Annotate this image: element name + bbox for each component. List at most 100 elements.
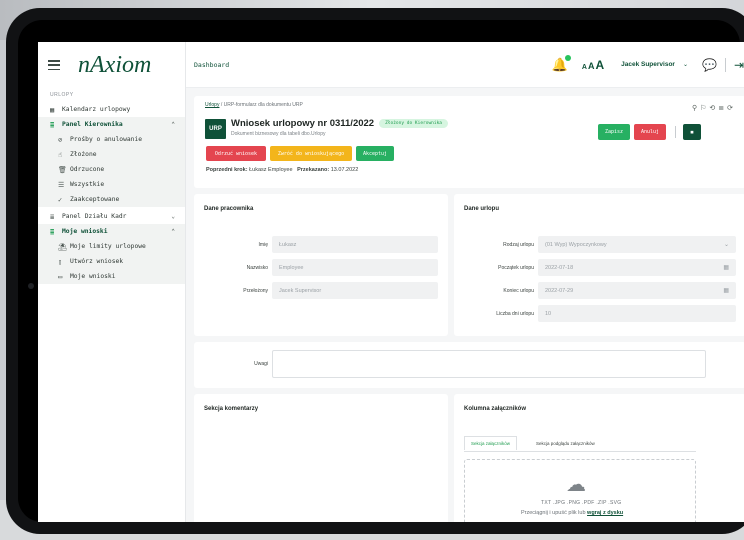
sidebar-item-label: Panel Kierownika: [62, 121, 123, 128]
app-logo[interactable]: nAxiom: [78, 52, 151, 79]
file-icon: ▯: [58, 257, 63, 266]
toolbar-icons[interactable]: ⚲⚐⟲≣⟳: [692, 104, 736, 112]
leave-start-date[interactable]: 2022-07-18 ▦: [538, 259, 736, 276]
sidebar-group-hr-panel[interactable]: ≣ Panel Działu Kadr ⌄: [38, 209, 185, 224]
font-size-toggle[interactable]: AAA: [582, 56, 605, 74]
sidebar-group-my-requests[interactable]: ≣ Moje wnioski ⌃: [38, 224, 185, 239]
comment-button[interactable]: ▪: [683, 124, 701, 140]
folder-icon: ▭: [58, 272, 63, 281]
sidebar-item-accepted[interactable]: ✓ Zaakceptowane: [38, 192, 185, 207]
sidebar-group-manager-panel[interactable]: ≣ Panel Kierownika ⌃: [38, 117, 185, 132]
document-type-badge: URP: [205, 119, 226, 139]
sidebar-item-label: Kalendarz urlopowy: [62, 106, 131, 113]
allowed-extensions: TXT .JPG .PNG .PDF .ZIP .SVG: [541, 500, 622, 506]
sidebar-item-my-limits[interactable]: ⛱ Moje limity urlopowe: [38, 239, 185, 254]
beach-icon: ⛱: [58, 242, 67, 251]
hand-icon: ☝: [58, 150, 63, 159]
section-title: Kolumna załączników: [464, 406, 527, 412]
save-button[interactable]: Zapisz: [598, 124, 630, 140]
chevron-up-icon: ⌃: [171, 121, 175, 128]
calendar-icon[interactable]: ▦: [723, 287, 729, 294]
notification-dot: [564, 54, 571, 61]
comments-card: Sekcja komentarzy: [194, 394, 448, 522]
divider: [464, 451, 696, 452]
last-name-field[interactable]: Employee: [272, 259, 438, 276]
field-label: Liczba dni urlopu: [496, 311, 534, 317]
chevron-down-icon: ⌄: [723, 242, 729, 248]
chevron-up-icon: ⌃: [171, 228, 175, 235]
reject-button[interactable]: Odrzuć wniosek: [206, 146, 266, 161]
notes-card: Uwagi: [194, 342, 744, 388]
stack-icon: ≣: [50, 212, 55, 221]
sidebar-item-submitted[interactable]: ☝ Złożone: [38, 147, 185, 162]
notification-bell-icon[interactable]: 🔔: [552, 54, 571, 73]
chevron-down-icon[interactable]: ⌄: [683, 61, 688, 68]
workflow-info: Poprzedni krok: Łukasz Employee Przekaza…: [206, 167, 359, 173]
cancel-button[interactable]: Anuluj: [634, 124, 666, 140]
tab-attachment-preview[interactable]: Sekcja podglądu załączników: [536, 441, 595, 446]
employee-data-card: Dane pracownika Imię Łukasz Nazwisko Emp…: [194, 194, 448, 336]
calendar-icon: ▦: [50, 105, 55, 114]
field-label: Rodzaj urlopu: [503, 242, 534, 248]
attachments-card: Kolumna załączników Sekcja załączników S…: [454, 394, 744, 522]
sidebar-item-label: Moje limity urlopowe: [70, 243, 146, 250]
chat-icon[interactable]: 💬: [702, 58, 717, 72]
sidebar-item-label: Utwórz wniosek: [70, 258, 124, 265]
first-name-field[interactable]: Łukasz: [272, 236, 438, 253]
sidebar-item-calendar[interactable]: ▦ Kalendarz urlopowy: [38, 102, 185, 117]
accept-button[interactable]: Akceptuj: [356, 146, 394, 161]
logout-icon[interactable]: ⇥: [734, 58, 744, 72]
leave-days-field[interactable]: 10: [538, 305, 736, 322]
upload-from-disk-link[interactable]: wgraj z dysku: [587, 510, 623, 516]
divider: [724, 57, 726, 72]
page-title: Wniosek urlopowy nr 0311/2022 Złożony do …: [231, 118, 448, 129]
return-button[interactable]: Zwróć do wnioskującego: [270, 146, 352, 161]
user-menu[interactable]: Jacek Supervisor: [621, 61, 675, 68]
drop-instructions: Przeciągnij i upuść plik lub wgraj z dys…: [521, 510, 624, 516]
logo-row: nAxiom: [38, 42, 185, 88]
camera-dot: [28, 283, 34, 289]
sidebar-item-label: Moje wnioski: [62, 228, 108, 235]
chevron-down-icon: ⌄: [171, 213, 175, 220]
file-drop-zone[interactable]: ☁ TXT .JPG .PNG .PDF .ZIP .SVG Przeciągn…: [464, 459, 696, 522]
notes-textarea[interactable]: [272, 350, 706, 378]
main-content: Urlopy / URP-formularz dla dokumentu URP…: [186, 88, 744, 522]
breadcrumb[interactable]: Dashboard: [194, 61, 229, 69]
status-badge: Złożony do Kierownika: [379, 118, 448, 128]
sidebar-item-label: Złożone: [70, 151, 97, 158]
sidebar-item-label: Panel Działu Kadr: [62, 213, 127, 220]
sidebar-item-label: Wszystkie: [70, 181, 105, 188]
sidebar-item-my-requests[interactable]: ▭ Moje wnioski: [38, 269, 185, 284]
stack-icon: ≣: [50, 120, 55, 129]
breadcrumb-current: URP-formularz dla dokumentu URP: [223, 102, 303, 108]
breadcrumb-link-urlopy[interactable]: Urlopy: [205, 102, 219, 108]
leave-type-select[interactable]: (01 Wyp) Wypoczynkowy ⌄: [538, 236, 736, 253]
field-label: Przełożony: [243, 288, 268, 294]
section-title: Dane pracownika: [204, 206, 254, 212]
supervisor-field[interactable]: Jacek Supervisor: [272, 282, 438, 299]
top-bar-actions: 🔔 AAA Jacek Supervisor ⌄ 💬 ⇥: [552, 54, 744, 74]
field-label: Imię: [258, 242, 268, 248]
page-breadcrumb: Urlopy / URP-formularz dla dokumentu URP: [205, 102, 303, 108]
trash-icon: 🗑: [58, 165, 67, 174]
sidebar-item-label: Moje wnioski: [70, 273, 116, 280]
list-icon: ☰: [58, 180, 65, 189]
section-title: Dane urlopu: [464, 206, 500, 212]
sidebar-item-rejected[interactable]: 🗑 Odrzucone: [38, 162, 185, 177]
sidebar-item-all[interactable]: ☰ Wszystkie: [38, 177, 185, 192]
request-header-card: Urlopy / URP-formularz dla dokumentu URP…: [194, 96, 744, 188]
calendar-icon[interactable]: ▦: [723, 264, 729, 271]
sidebar-item-create-request[interactable]: ▯ Utwórz wniosek: [38, 254, 185, 269]
field-label: Koniec urlopu: [503, 288, 534, 294]
tab-attachments[interactable]: Sekcja załączników: [464, 436, 518, 450]
leave-end-date[interactable]: 2022-07-29 ▦: [538, 282, 736, 299]
field-label: Uwagi: [254, 361, 268, 367]
sidebar-item-label: Odrzucone: [70, 166, 105, 173]
sidebar-item-label: Prośby o anulowanie: [70, 136, 143, 143]
sidebar: nAxiom URLOPY ▦ Kalendarz urlopowy ≣ Pan…: [38, 42, 186, 522]
cancel-icon: ⊘: [58, 135, 63, 144]
sidebar-item-cancel-requests[interactable]: ⊘ Prośby o anulowanie: [38, 132, 185, 147]
hamburger-menu-icon[interactable]: [48, 60, 60, 70]
check-icon: ✓: [58, 195, 63, 204]
top-bar: Dashboard 🔔 AAA Jacek Supervisor ⌄ 💬 ⇥: [186, 42, 744, 88]
